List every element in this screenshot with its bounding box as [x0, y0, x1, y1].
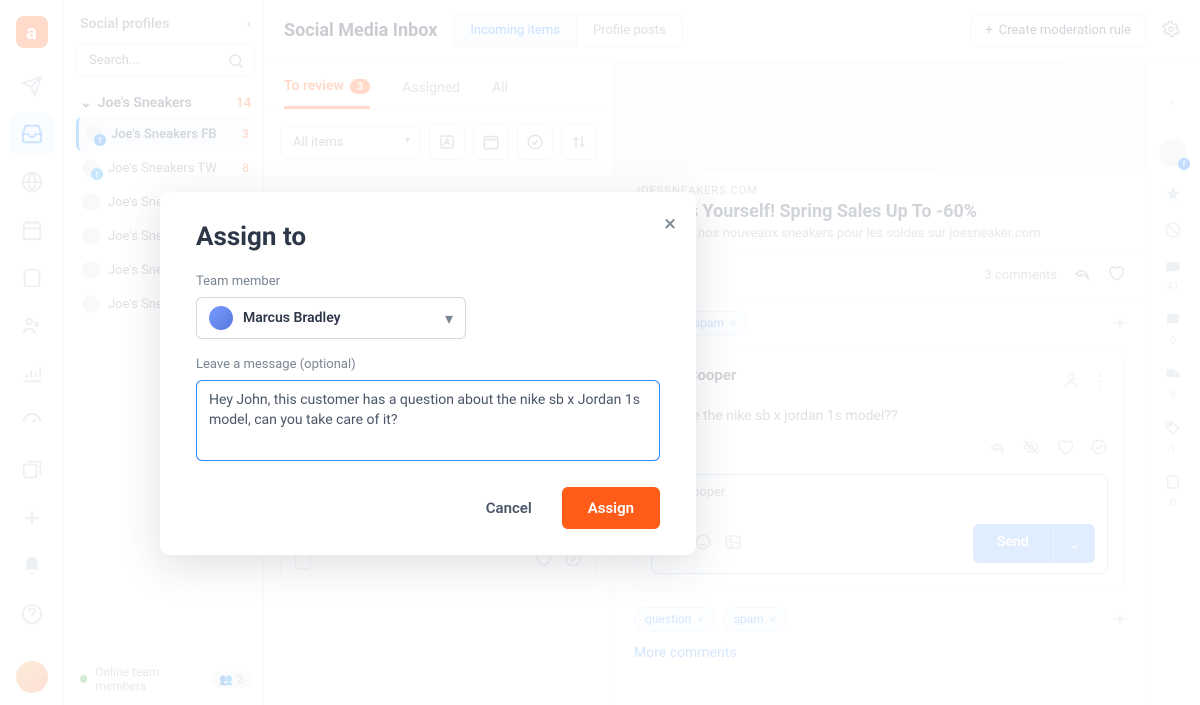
modal-title: Assign to	[196, 222, 660, 252]
message-label: Leave a message (optional)	[196, 357, 660, 372]
team-member-label: Team member	[196, 274, 660, 289]
assign-button[interactable]: Assign	[562, 487, 660, 529]
message-textarea[interactable]	[196, 380, 660, 461]
team-member-select[interactable]: Marcus Bradley	[196, 297, 466, 339]
member-avatar	[209, 306, 233, 330]
cancel-button[interactable]: Cancel	[472, 489, 546, 527]
assign-modal: × Assign to Team member Marcus Bradley L…	[160, 192, 696, 555]
modal-overlay[interactable]: × Assign to Team member Marcus Bradley L…	[0, 0, 1200, 705]
close-icon[interactable]: ×	[664, 212, 676, 237]
